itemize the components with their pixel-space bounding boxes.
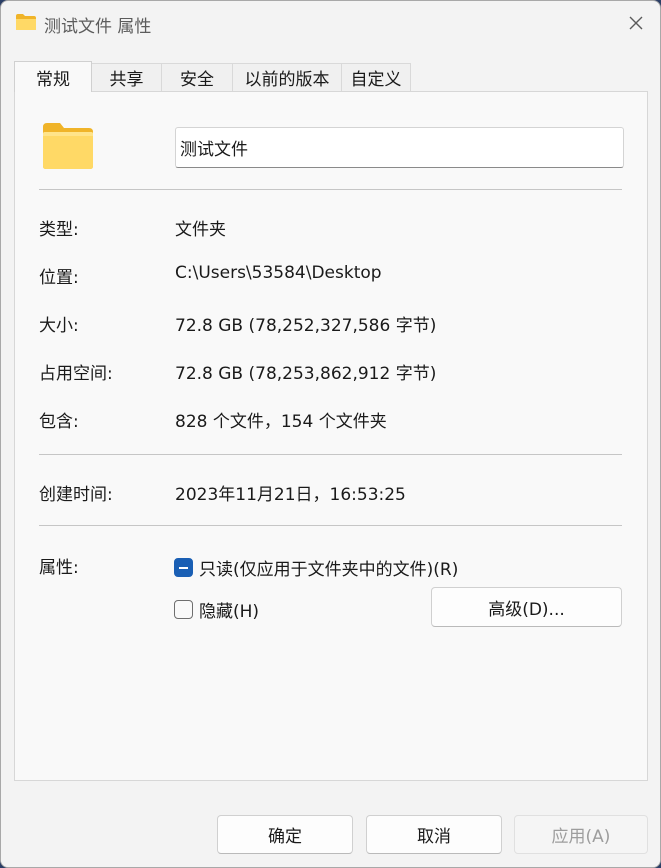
contains-label: 包含: (39, 412, 79, 432)
folder-icon (16, 14, 36, 30)
size-label: 大小: (39, 316, 79, 336)
properties-window: 测试文件 属性 常规 共享 安全 以前的版本 自定义 类型: 文件夹 位置: C… (0, 0, 661, 868)
tab-sharing[interactable]: 共享 (91, 63, 162, 91)
readonly-label: 只读(仅应用于文件夹中的文件)(R) (199, 560, 459, 580)
folder-name-input[interactable] (175, 127, 624, 168)
ok-button[interactable]: 确定 (217, 815, 353, 854)
readonly-checkbox[interactable]: 只读(仅应用于文件夹中的文件)(R) (174, 555, 458, 580)
close-button[interactable] (613, 1, 659, 45)
advanced-button[interactable]: 高级(D)... (431, 587, 622, 627)
size-value: 72.8 GB (78,252,327,586 字节) (175, 316, 437, 336)
tab-customize[interactable]: 自定义 (341, 63, 411, 91)
type-label: 类型: (39, 220, 79, 240)
contains-value: 828 个文件，154 个文件夹 (175, 412, 387, 432)
attributes-label: 属性: (39, 558, 79, 578)
folder-icon (43, 123, 93, 169)
general-panel (14, 91, 648, 781)
hidden-label: 隐藏(H) (199, 602, 260, 622)
cancel-button[interactable]: 取消 (366, 815, 502, 854)
tab-general[interactable]: 常规 (14, 61, 92, 92)
divider (39, 454, 622, 455)
divider (39, 525, 622, 526)
created-label: 创建时间: (39, 485, 113, 505)
hidden-checkbox[interactable]: 隐藏(H) (174, 597, 259, 622)
type-value: 文件夹 (175, 220, 226, 240)
tab-previous-versions[interactable]: 以前的版本 (232, 63, 342, 91)
size-on-disk-value: 72.8 GB (78,253,862,912 字节) (175, 364, 437, 384)
tab-security[interactable]: 安全 (161, 63, 233, 91)
checkbox-indeterminate-icon (174, 558, 193, 577)
location-label: 位置: (39, 268, 79, 288)
apply-button[interactable]: 应用(A) (514, 815, 648, 854)
checkbox-unchecked-icon (174, 600, 193, 619)
window-title: 测试文件 属性 (44, 17, 152, 37)
created-value: 2023年11月21日，16:53:25 (175, 485, 406, 505)
close-icon (629, 16, 643, 30)
location-value: C:\Users\53584\Desktop (175, 263, 382, 283)
size-on-disk-label: 占用空间: (39, 364, 113, 384)
divider (39, 189, 622, 190)
title-bar[interactable]: 测试文件 属性 (1, 1, 660, 47)
